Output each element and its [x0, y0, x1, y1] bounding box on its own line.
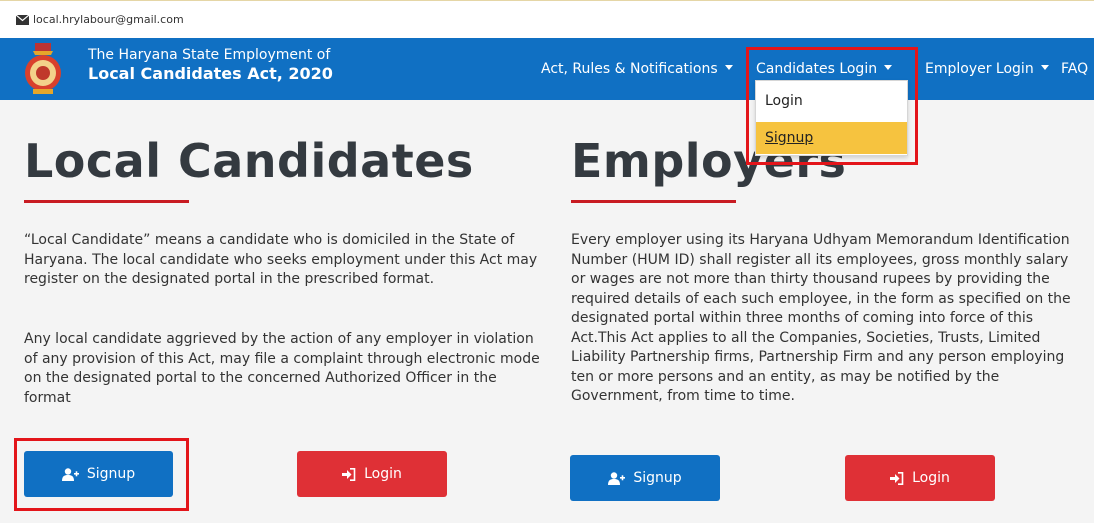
envelope-icon — [16, 14, 29, 25]
candidates-complaint-text: Any local candidate aggrieved by the act… — [24, 331, 540, 406]
caret-down-icon — [1040, 65, 1049, 70]
caret-down-icon — [724, 65, 733, 70]
nav-employer-login[interactable]: Employer Login — [925, 60, 1049, 78]
employers-description-text: Every employer using its Haryana Udhyam … — [571, 232, 1071, 404]
candidate-login-label: Login — [364, 466, 402, 482]
email-text: local.hrylabour@gmail.com — [33, 13, 184, 26]
sign-in-icon — [342, 467, 356, 481]
main-navbar: The Haryana State Employment of Local Ca… — [0, 38, 1094, 100]
employer-signup-button[interactable]: Signup — [570, 455, 720, 501]
nav-employer-label: Employer Login — [925, 61, 1034, 77]
brand-line-2: Local Candidates Act, 2020 — [88, 64, 333, 83]
local-candidates-heading: Local Candidates — [24, 134, 474, 188]
user-plus-icon — [608, 471, 626, 485]
brand-line-1: The Haryana State Employment of — [88, 47, 331, 63]
email-contact[interactable]: local.hrylabour@gmail.com — [16, 13, 184, 26]
nav-acts-rules[interactable]: Act, Rules & Notifications — [541, 60, 733, 78]
candidate-login-button[interactable]: Login — [297, 451, 447, 497]
employer-signup-label: Signup — [633, 470, 682, 486]
top-contact-bar: local.hrylabour@gmail.com — [0, 0, 1094, 38]
highlight-box-candidates-menu — [746, 47, 918, 165]
employer-login-label: Login — [912, 470, 950, 486]
candidates-definition-text: “Local Candidate” means a candidate who … — [24, 232, 538, 287]
nav-faq-label: FAQ — [1061, 61, 1089, 77]
site-brand[interactable]: The Haryana State Employment of Local Ca… — [88, 47, 333, 84]
nav-acts-label: Act, Rules & Notifications — [541, 61, 718, 77]
sign-in-icon — [890, 471, 904, 485]
employer-login-button[interactable]: Login — [845, 455, 995, 501]
state-emblem-icon — [25, 43, 61, 94]
nav-faq[interactable]: FAQ — [1061, 60, 1088, 78]
heading-underline — [571, 200, 736, 203]
heading-underline — [24, 200, 189, 203]
highlight-box-signup-button — [14, 438, 189, 511]
